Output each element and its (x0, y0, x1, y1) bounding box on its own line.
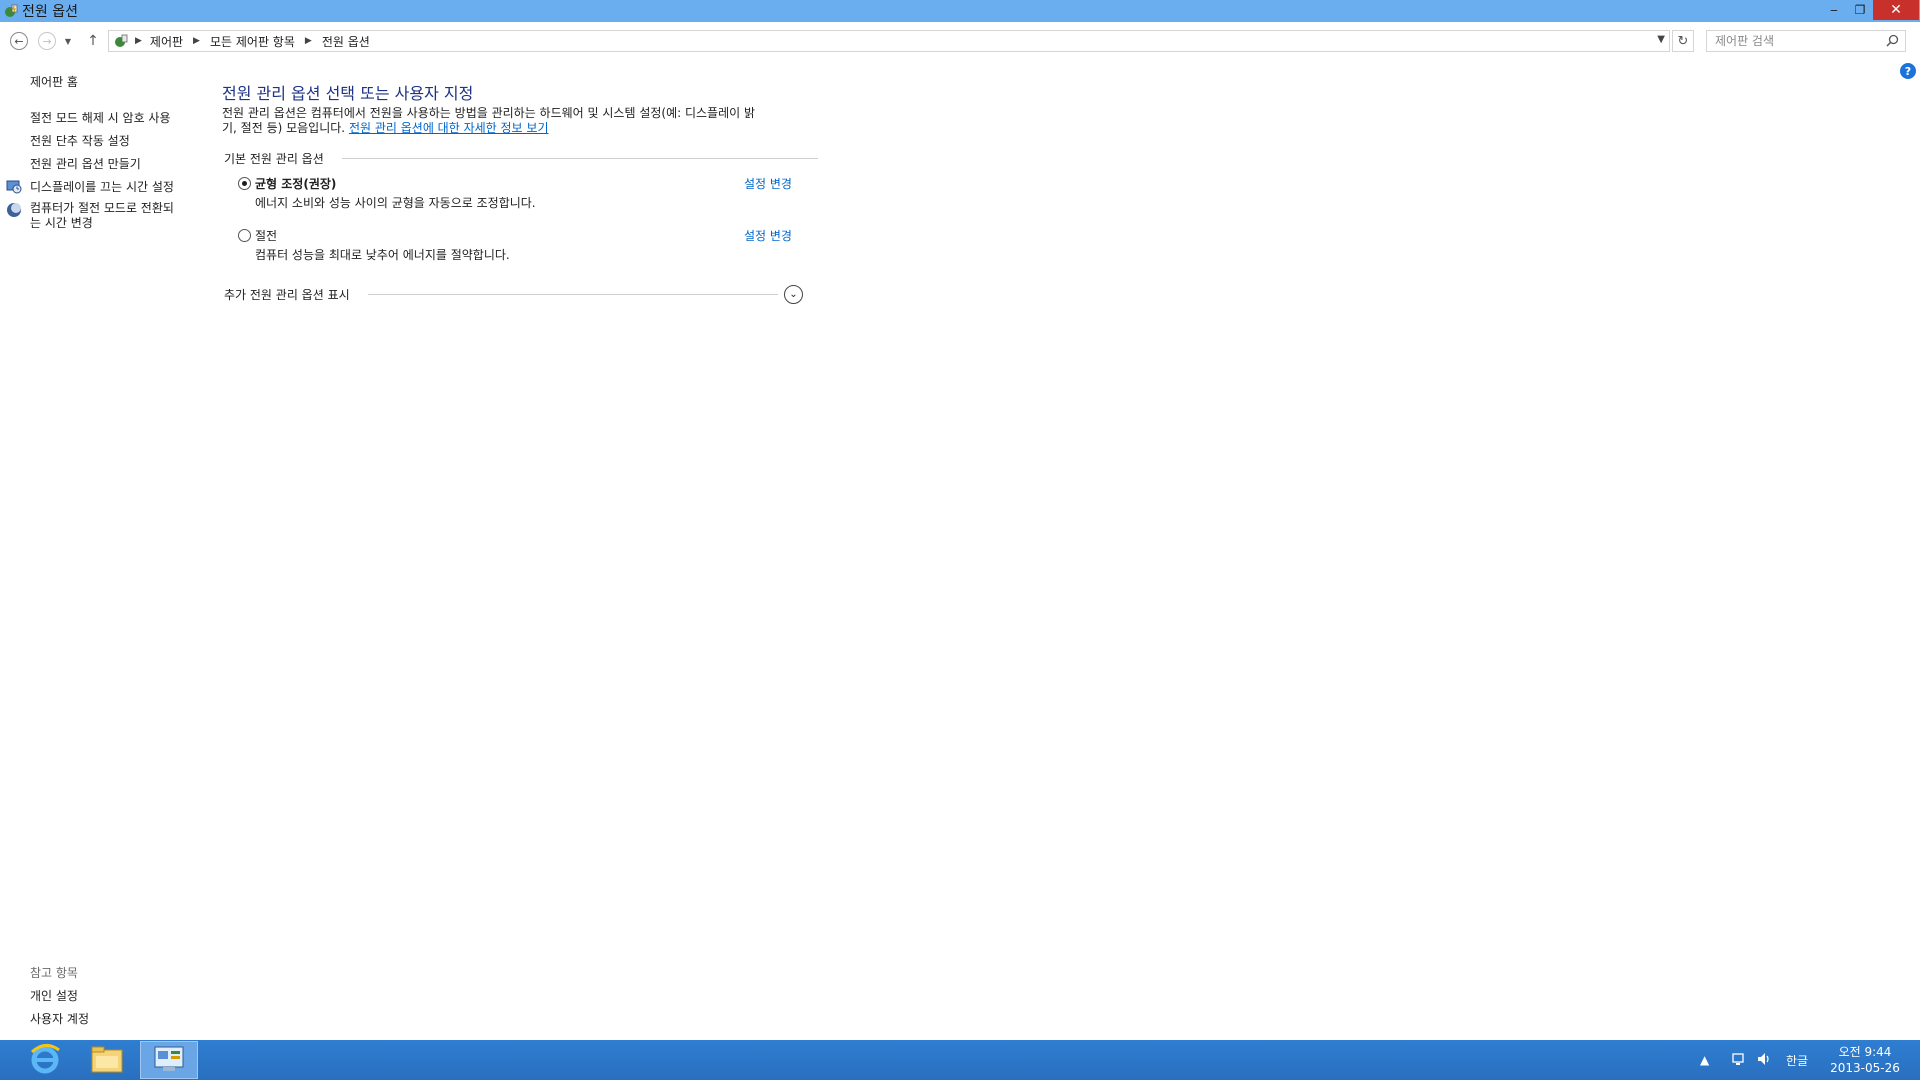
tray-clock[interactable]: 오전 9:44 2013-05-26 (1820, 1044, 1910, 1076)
plan-balanced-description: 에너지 소비와 성능 사이의 균형을 자동으로 조정합니다. (255, 196, 536, 210)
preferred-plans-heading: 기본 전원 관리 옵션 (224, 152, 324, 166)
ime-label: 한글 (1786, 1053, 1809, 1068)
arrow-right-icon: → (38, 32, 56, 50)
see-also-heading: 참고 항목 (30, 966, 78, 980)
breadcrumb-all-items[interactable]: 모든 제어판 항목 (210, 33, 295, 50)
page-description: 전원 관리 옵션은 컴퓨터에서 전원을 사용하는 방법을 관리하는 하드웨어 및… (222, 106, 802, 136)
plan-power-saver-radio[interactable] (238, 229, 251, 242)
breadcrumb-separator-icon[interactable]: ▶ (305, 36, 312, 46)
title-bar: 전원 옵션 (0, 0, 1920, 22)
window-title: 전원 옵션 (22, 4, 78, 20)
expand-additional-plans-button[interactable]: ⌄ (784, 285, 803, 304)
clock-time: 오전 9:44 (1838, 1045, 1892, 1059)
question-mark-icon: ? (1904, 64, 1912, 78)
internet-explorer-icon (28, 1042, 62, 1079)
sidebar-item-display-off[interactable]: 디스플레이를 끄는 시간 설정 (30, 178, 174, 195)
maximize-button[interactable]: ❐ (1847, 0, 1873, 20)
description-text-line2: 기, 절전 등) 모음입니다. (222, 121, 346, 135)
see-also-user-accounts-link[interactable]: 사용자 계정 (30, 1010, 89, 1027)
up-button[interactable]: ↑ (82, 30, 104, 52)
description-text-line1: 전원 관리 옵션은 컴퓨터에서 전원을 사용하는 방법을 관리하는 하드웨어 및… (222, 106, 756, 120)
search-box[interactable] (1706, 30, 1906, 52)
recent-locations-button[interactable]: ▼ (62, 30, 74, 52)
help-button[interactable]: ? (1900, 63, 1916, 79)
display-icon (6, 178, 22, 194)
tray-show-hidden-button[interactable]: ▲ (1700, 1040, 1709, 1080)
minimize-button[interactable]: ‒ (1821, 0, 1847, 20)
learn-more-link[interactable]: 전원 관리 옵션에 대한 자세한 정보 보기 (349, 121, 549, 135)
sidebar-item-require-password[interactable]: 절전 모드 해제 시 암호 사용 (30, 109, 171, 126)
plan-balanced-name[interactable]: 균형 조정(권장) (255, 175, 336, 192)
sidebar-item-sleep-time-line2: 는 시간 변경 (30, 216, 93, 230)
arrow-up-icon: ↑ (87, 33, 99, 49)
control-panel-location-icon (113, 33, 129, 49)
plan-power-saver-change-settings-link[interactable]: 설정 변경 (744, 227, 792, 244)
back-button[interactable]: ← (8, 30, 30, 52)
control-panel-home-link[interactable]: 제어판 홈 (30, 73, 78, 90)
show-additional-plans-label[interactable]: 추가 전원 관리 옵션 표시 (224, 286, 350, 303)
address-bar[interactable]: ▶ 제어판 ▶ 모든 제어판 항목 ▶ 전원 옵션 ▼ (108, 30, 1670, 52)
chevron-down-icon: ▼ (64, 36, 72, 46)
clock-date: 2013-05-26 (1830, 1061, 1900, 1075)
close-icon: ✕ (1890, 2, 1902, 18)
left-pane: 제어판 홈 절전 모드 해제 시 암호 사용 전원 단추 작동 설정 전원 관리… (0, 58, 200, 1038)
breadcrumb-power-options[interactable]: 전원 옵션 (322, 33, 370, 50)
breadcrumb-separator-icon: ▶ (135, 36, 142, 46)
sidebar-item-create-plan[interactable]: 전원 관리 옵션 만들기 (30, 155, 141, 172)
minimize-icon: ‒ (1830, 3, 1838, 17)
sidebar-item-sleep-time-line1: 컴퓨터가 절전 모드로 전환되 (30, 201, 174, 215)
close-button[interactable]: ✕ (1873, 0, 1919, 20)
arrow-left-icon: ← (10, 32, 28, 50)
network-icon (1730, 1051, 1746, 1070)
breadcrumb-separator-icon[interactable]: ▶ (193, 36, 200, 46)
refresh-icon: ↻ (1677, 33, 1689, 49)
plan-power-saver-name[interactable]: 절전 (255, 227, 277, 244)
chevron-down-icon: ⌄ (789, 289, 798, 300)
sidebar-item-sleep-time[interactable]: 컴퓨터가 절전 모드로 전환되 는 시간 변경 (30, 201, 174, 231)
plan-balanced-change-settings-link[interactable]: 설정 변경 (744, 175, 792, 192)
search-icon[interactable] (1886, 34, 1899, 50)
additional-plans-divider (368, 294, 778, 295)
tray-volume[interactable] (1756, 1040, 1772, 1080)
plan-power-saver-description: 컴퓨터 성능을 최대로 낮추어 에너지를 절약합니다. (255, 248, 510, 262)
forward-button[interactable]: → (36, 30, 58, 52)
speaker-icon (1756, 1051, 1772, 1070)
chevron-up-icon: ▲ (1700, 1053, 1710, 1067)
restore-icon: ❐ (1854, 3, 1866, 17)
taskbar-file-explorer[interactable] (78, 1041, 136, 1079)
file-explorer-icon (90, 1044, 124, 1077)
moon-sleep-icon (6, 202, 22, 218)
see-also-personalization-link[interactable]: 개인 설정 (30, 987, 78, 1004)
breadcrumb-control-panel[interactable]: 제어판 (150, 33, 183, 50)
plan-balanced-radio[interactable] (238, 177, 251, 190)
page-title: 전원 관리 옵션 선택 또는 사용자 지정 (222, 84, 474, 103)
group-divider (342, 158, 818, 159)
tray-ime-indicator[interactable]: 한글 (1786, 1040, 1808, 1080)
navigation-bar: ← → ▼ ↑ ▶ 제어판 ▶ 모든 제어판 항목 ▶ 전원 옵션 ▼ ↻ (0, 22, 1920, 58)
refresh-button[interactable]: ↻ (1672, 30, 1694, 52)
control-panel-icon (153, 1045, 185, 1076)
search-input[interactable] (1715, 34, 1875, 48)
taskbar-control-panel[interactable] (140, 1041, 198, 1079)
taskbar-internet-explorer[interactable] (16, 1041, 74, 1079)
sidebar-item-power-buttons[interactable]: 전원 단추 작동 설정 (30, 132, 130, 149)
chevron-down-icon[interactable]: ▼ (1657, 34, 1665, 45)
power-options-icon (2, 2, 20, 20)
taskbar: ▲ 한글 오전 9:44 2013-05-26 (0, 1040, 1920, 1080)
tray-network[interactable] (1730, 1040, 1746, 1080)
